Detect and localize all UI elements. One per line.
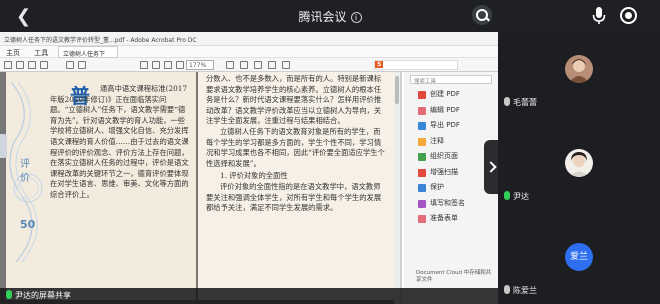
avatar-photo <box>565 55 593 83</box>
export-pdf-icon <box>418 122 426 130</box>
side-label: 评价 <box>20 159 30 184</box>
left-edge-handle[interactable] <box>0 134 7 158</box>
avatar-photo <box>565 149 593 177</box>
print-icon[interactable] <box>16 61 24 69</box>
document-cloud-note[interactable]: Document Cloud 中存储和共享文件 <box>416 270 496 284</box>
participant-name: 尹达 <box>504 191 529 202</box>
document-tab[interactable]: 立德树人任务下的... <box>58 46 118 67</box>
search-icon[interactable] <box>40 61 48 69</box>
microphone-on-icon <box>6 290 12 299</box>
input-method-bar[interactable]: S <box>374 60 458 70</box>
zoom-out-icon[interactable] <box>164 61 172 69</box>
organize-pages-icon <box>418 153 426 161</box>
prepare-form-icon <box>418 215 426 223</box>
microphone-off-icon <box>504 97 510 106</box>
avatar <box>565 149 593 177</box>
save-icon[interactable] <box>4 61 12 69</box>
zoom-share-icon[interactable] <box>472 5 492 25</box>
participant-name: 毛蕾蕾 <box>504 97 537 108</box>
left-page-text: 通高中语文课程标准(2017年版2020年修订)》正在面临落实问题。“立德树人”… <box>50 84 189 199</box>
tool-create-pdf[interactable]: 创建 PDF <box>404 87 498 103</box>
fill-sign-icon <box>418 199 426 208</box>
shared-screen: 立德树人任务下的语文教学评价转型_董...pdf - Adobe Acrobat… <box>0 32 498 304</box>
info-icon[interactable]: i <box>350 12 362 23</box>
microphone-off-icon <box>504 285 510 294</box>
pdf-page-right: 分数入、也不是多数入，而是所有的人。特别是新课标要求语文教学培养学生的核心素养。… <box>198 72 394 300</box>
zoom-in-icon[interactable] <box>176 61 184 69</box>
document-viewport[interactable]: 评价 50 普 通高中语文课程标准(2017年版2020年修订)》正在面临落实问… <box>0 72 400 304</box>
participant-name: 陈爱兰 <box>504 285 537 296</box>
create-pdf-icon <box>418 91 426 99</box>
hand-icon[interactable] <box>152 61 160 69</box>
acrobat-toolbar: 177% S <box>0 58 498 72</box>
participant-tile[interactable]: 尹达 <box>498 142 660 210</box>
next-page-icon[interactable] <box>78 61 86 69</box>
microphone-icon[interactable] <box>592 7 606 25</box>
meeting-title[interactable]: 腾讯会议 i <box>0 8 660 25</box>
page-number: 50 <box>20 218 36 231</box>
tool-export-pdf[interactable]: 导出 PDF <box>404 118 498 134</box>
subheading: 1. 评价对象的全面性 <box>220 171 288 181</box>
participant-tile[interactable]: 毛蕾蕾 <box>498 48 660 116</box>
right-page-text: 分数入、也不是多数入，而是所有的人。特别是新课标要求语文教学培养学生的核心素养。… <box>206 74 386 214</box>
tool-prepare-form[interactable]: 准备表单 <box>404 211 498 227</box>
rotate-icon[interactable] <box>254 61 262 69</box>
comment-icon[interactable] <box>268 61 276 69</box>
presenter-label: 尹达的屏幕共享 <box>6 290 71 301</box>
paragraph: 立德树人任务下的语文教育对象是所有的学生，而每个学生的学习都是多方面的，学生个性… <box>206 126 385 168</box>
select-icon[interactable] <box>140 61 148 69</box>
meeting-top-bar: ❮ 腾讯会议 i <box>0 0 660 32</box>
participant-tile[interactable]: 爱兰 陈爱兰 <box>498 236 660 304</box>
paragraph: 分数入、也不是多数入，而是所有的人。特别是新课标要求语文教学培养学生的核心素养。… <box>206 74 382 126</box>
menu-tools[interactable]: 工具 <box>34 49 48 57</box>
participant-list: 毛蕾蕾 尹达 爱兰 陈爱兰 <box>498 32 660 304</box>
presenter-strip: 尹达的屏幕共享 <box>0 288 498 304</box>
mail-icon[interactable] <box>28 61 36 69</box>
tool-fill-sign[interactable]: 填写和签名 <box>404 196 498 212</box>
zoom-level[interactable]: 177% <box>186 60 214 70</box>
pen-icon[interactable] <box>282 61 290 69</box>
protect-icon <box>418 184 426 192</box>
menu-home[interactable]: 主页 <box>6 49 20 57</box>
scrollbar-thumb[interactable] <box>395 76 399 104</box>
avatar: 爱兰 <box>565 243 593 271</box>
scroll-mode-icon[interactable] <box>240 61 248 69</box>
collapse-panel-button[interactable] <box>484 140 498 194</box>
record-icon[interactable] <box>620 7 637 24</box>
avatar <box>565 55 593 83</box>
tools-search-input[interactable]: 搜索工具 <box>410 75 492 85</box>
comment-icon <box>418 137 426 146</box>
microphone-on-icon <box>504 191 510 200</box>
panel-divider <box>400 72 402 304</box>
enhance-scan-icon <box>418 168 426 177</box>
tool-edit-pdf[interactable]: 编辑 PDF <box>404 103 498 119</box>
prev-page-icon[interactable] <box>66 61 74 69</box>
acrobat-titlebar: 立德树人任务下的语文教学评价转型_董...pdf - Adobe Acrobat… <box>0 32 498 46</box>
edit-pdf-icon <box>418 106 426 115</box>
paragraph: 评价对象的全面性指的是在语文教学中，语文教师要关注和强调全体学生，对所有学生和每… <box>206 181 382 213</box>
fit-page-icon[interactable] <box>226 61 234 69</box>
pdf-page-left: 评价 50 普 通高中语文课程标准(2017年版2020年修订)》正在面临落实问… <box>6 72 196 300</box>
